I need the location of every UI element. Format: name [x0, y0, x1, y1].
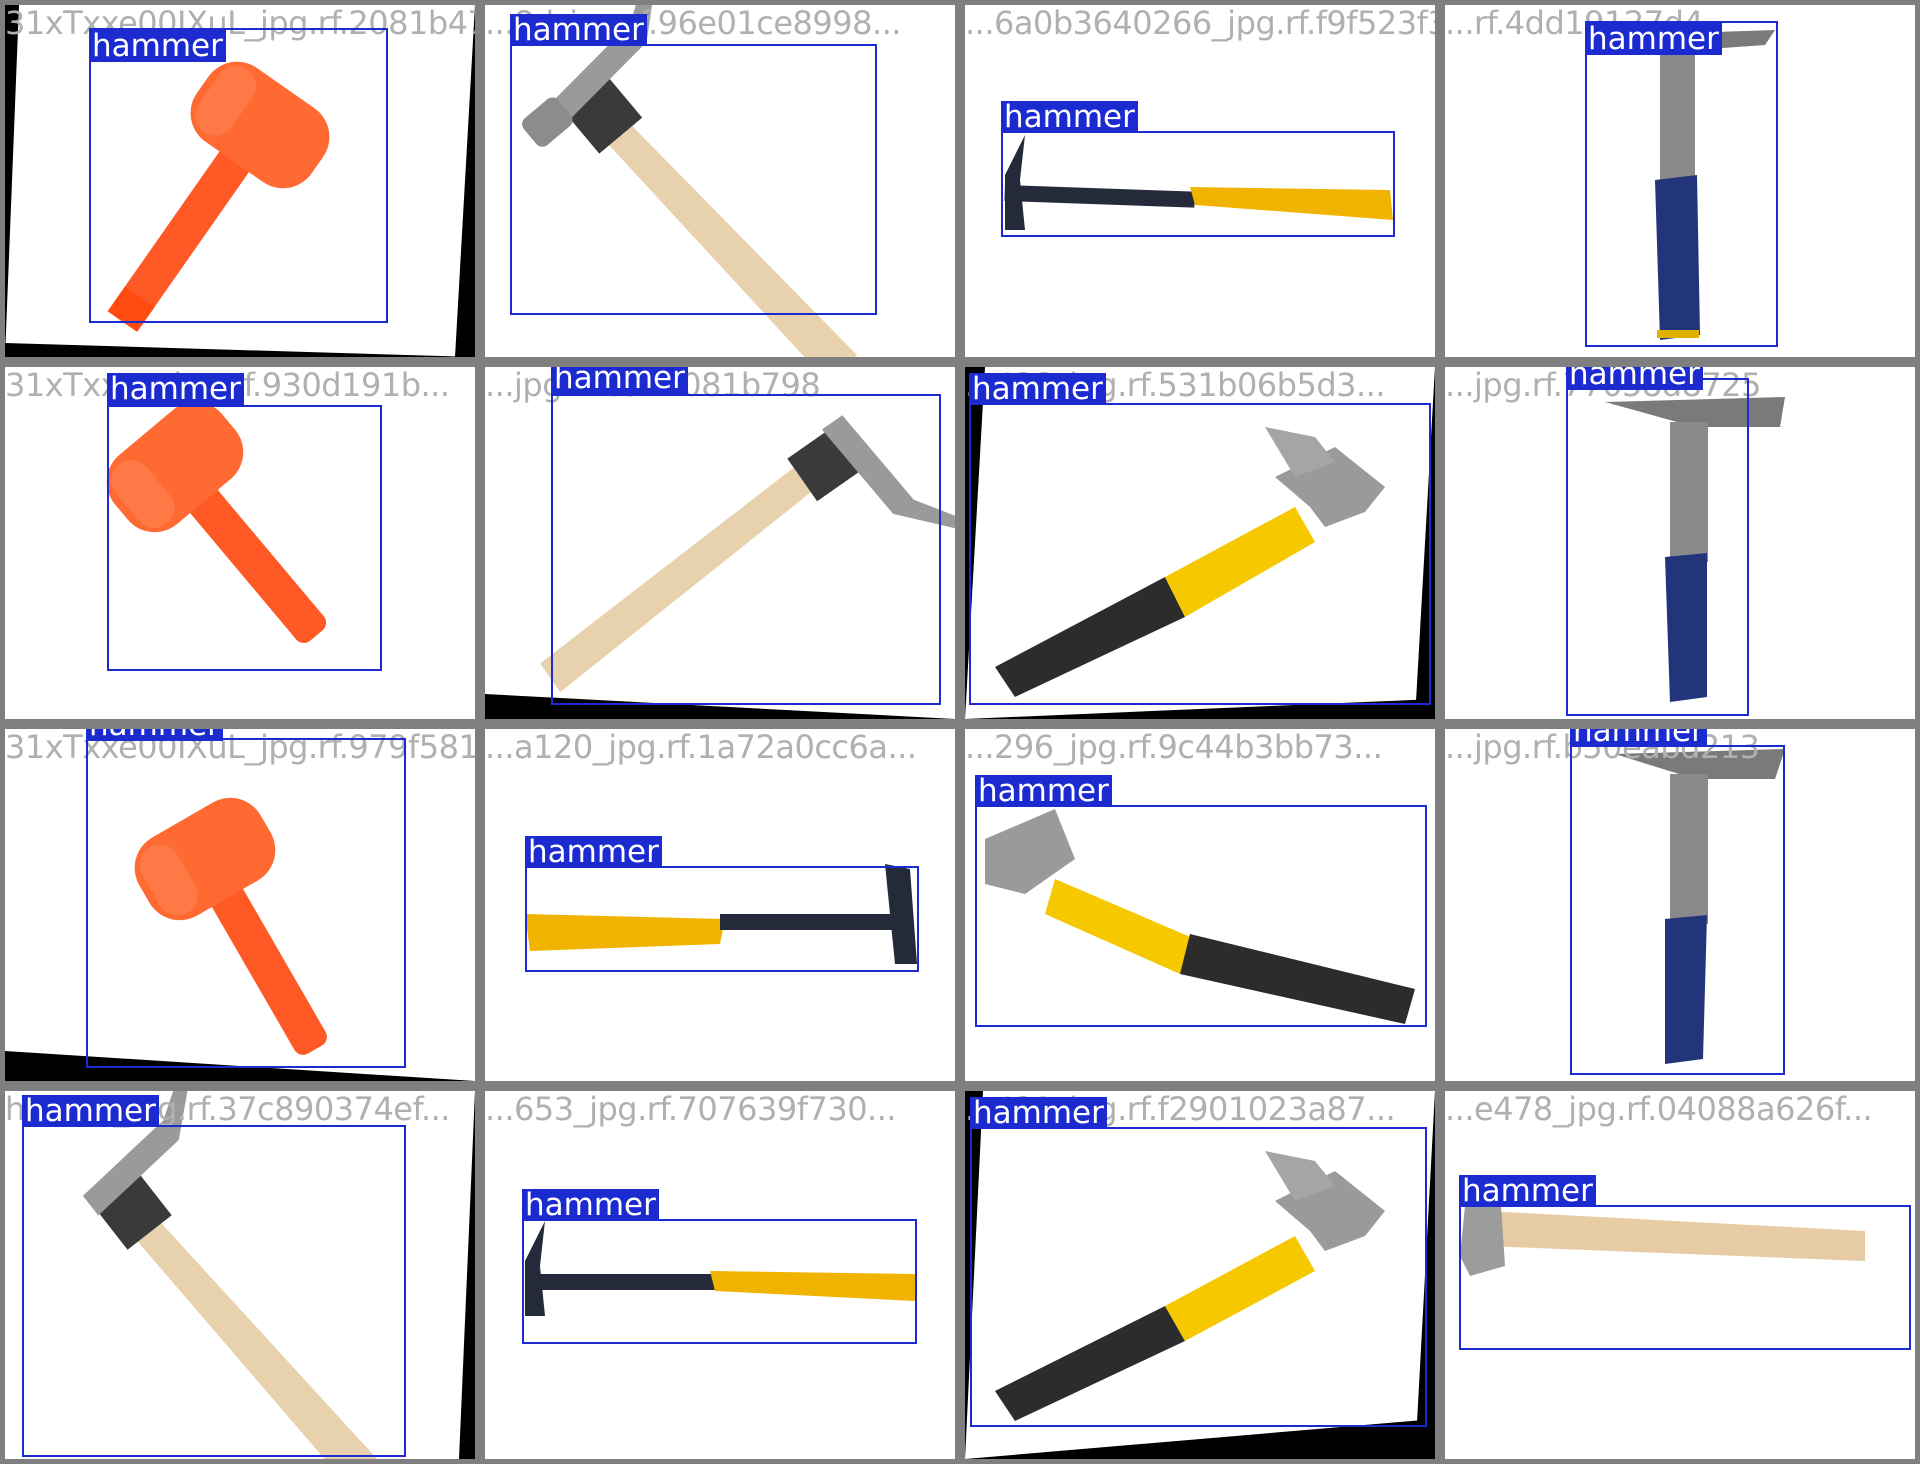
- class-label: hammer: [1566, 367, 1703, 390]
- image-tile-7[interactable]: ...428_jpg.rf.531b06b5d3... hammer: [965, 367, 1435, 719]
- detection-box: [1585, 21, 1778, 347]
- image-tile-12[interactable]: ...jpg.rf.b50eabd213 hammer: [1445, 729, 1915, 1081]
- detection-box: [1001, 131, 1395, 237]
- filename-label: ...6a0b3640266_jpg.rf.f9f523f338ca28ad8f…: [965, 5, 1435, 42]
- class-label: hammer: [1585, 23, 1722, 55]
- image-tile-16[interactable]: ...e478_jpg.rf.04088a626f... hammer: [1445, 1091, 1915, 1459]
- class-label: hammer: [89, 30, 226, 62]
- class-label: hammer: [522, 1189, 659, 1221]
- detection-box: [107, 405, 382, 671]
- detection-box: [522, 1219, 917, 1344]
- class-label: hammer: [551, 367, 688, 394]
- image-tile-6[interactable]: ...jpg.rf.e517081b798 hammer: [485, 367, 955, 719]
- detection-box: [975, 805, 1427, 1027]
- image-tile-4[interactable]: ...rf.4dd19127d4 hammer: [1445, 5, 1915, 357]
- class-label: hammer: [525, 836, 662, 868]
- image-tile-3[interactable]: ...6a0b3640266_jpg.rf.f9f523f338ca28ad8f…: [965, 5, 1435, 357]
- class-label: hammer: [975, 775, 1112, 807]
- detection-box: [551, 394, 941, 705]
- class-label: hammer: [1459, 1175, 1596, 1207]
- class-label: hammer: [970, 1097, 1107, 1129]
- detection-box: [969, 403, 1431, 705]
- detection-box: [1566, 378, 1749, 716]
- image-tile-5[interactable]: 31xTxx... _jpg.rf.930d191b... hammer: [5, 367, 475, 719]
- detection-box: [1570, 745, 1785, 1075]
- class-label: hammer: [107, 373, 244, 405]
- filename-label: ...e478_jpg.rf.04088a626f...: [1445, 1091, 1873, 1128]
- image-tile-1[interactable]: 31xTxxe00IXuL_jpg.rf.2081b478... hammer: [5, 5, 475, 357]
- detection-box: [22, 1125, 406, 1457]
- filename-label: ...653_jpg.rf.707639f730...: [485, 1091, 897, 1128]
- class-label: hammer: [969, 373, 1106, 405]
- detection-box: [89, 28, 388, 323]
- class-label: hammer: [22, 1095, 159, 1127]
- image-tile-8[interactable]: ...jpg.rf.77058d8725 hammer: [1445, 367, 1915, 719]
- filename-label: ...296_jpg.rf.9c44b3bb73...: [965, 729, 1383, 766]
- class-label: hammer: [86, 729, 223, 741]
- filename-label: ...a120_jpg.rf.1a72a0cc6a...: [485, 729, 917, 766]
- image-tile-15[interactable]: ...423_jpg.rf.f2901023a87... hammer: [965, 1091, 1435, 1459]
- detection-box: [1459, 1205, 1911, 1350]
- detection-box: [86, 738, 406, 1068]
- image-tile-2[interactable]: ...8d_jpg.rf.96e01ce8998... hammer: [485, 5, 955, 357]
- image-tile-10[interactable]: ...a120_jpg.rf.1a72a0cc6a... hammer: [485, 729, 955, 1081]
- detection-box: [525, 866, 919, 972]
- detection-box: [510, 44, 877, 315]
- image-tile-11[interactable]: ...296_jpg.rf.9c44b3bb73... hammer: [965, 729, 1435, 1081]
- image-tile-9[interactable]: 31xTxxe00IXuL_jpg.rf.979f5817... hammer: [5, 729, 475, 1081]
- image-tile-14[interactable]: ...653_jpg.rf.707639f730... hammer: [485, 1091, 955, 1459]
- class-label: hammer: [510, 14, 647, 46]
- detection-box: [970, 1127, 1427, 1427]
- class-label: hammer: [1570, 729, 1707, 747]
- image-tile-13[interactable]: h...111_jpg.rf.37c890374ef... hammer: [5, 1091, 475, 1459]
- class-label: hammer: [1001, 101, 1138, 133]
